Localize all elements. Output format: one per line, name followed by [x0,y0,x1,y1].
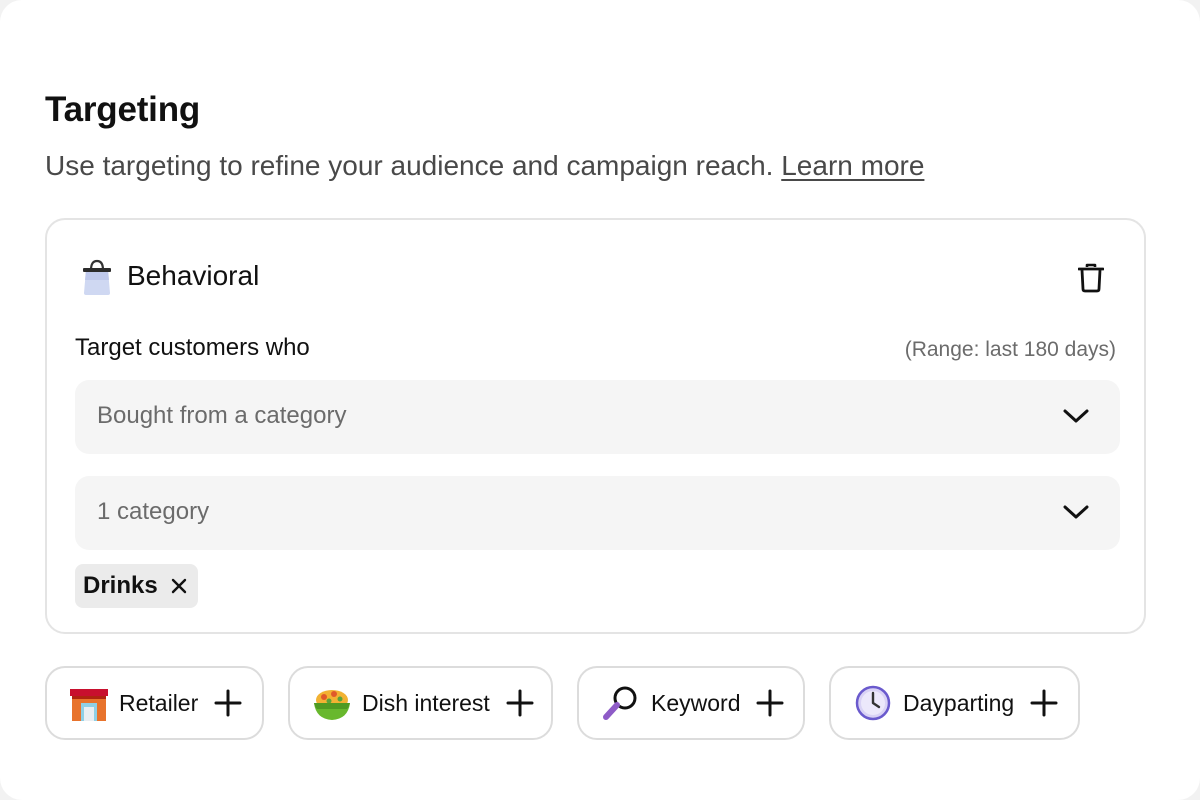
food-bowl-icon [314,690,350,720]
category-select[interactable]: 1 category [75,476,1120,550]
add-retailer-button[interactable]: Retailer [45,666,264,740]
learn-more-link[interactable]: Learn more [781,150,924,181]
plus-icon [506,689,534,717]
shopping-bag-icon [83,259,111,295]
action-select-value: Bought from a category [97,402,347,429]
plus-icon [1030,689,1058,717]
subtitle-text: Use targeting to refine your audience an… [45,150,774,181]
chevron-down-icon [1063,505,1089,519]
plus-icon [214,689,242,717]
close-icon[interactable] [170,577,188,595]
range-note: (Range: last 180 days) [904,338,1116,361]
field-label: Target customers who [75,334,310,361]
section-subtitle: Use targeting to refine your audience an… [45,150,924,182]
dayparting-label: Dayparting [903,689,1015,716]
card-title: Behavioral [127,260,260,291]
magnifier-icon [603,686,637,720]
action-select[interactable]: Bought from a category [75,380,1120,454]
add-dayparting-button[interactable]: Dayparting [829,666,1080,740]
targeting-panel: Targeting Use targeting to refine your a… [0,0,1200,800]
category-chip: Drinks [75,564,198,608]
behavioral-card: Behavioral Target customers who (Range: … [45,218,1146,634]
category-select-value: 1 category [97,498,210,525]
retailer-label: Retailer [119,689,199,716]
chevron-down-icon [1063,409,1089,423]
delete-button[interactable] [1073,260,1109,296]
storefront-icon [70,689,108,721]
plus-icon [756,689,784,717]
add-dish-interest-button[interactable]: Dish interest [288,666,553,740]
add-keyword-button[interactable]: Keyword [577,666,805,740]
clock-icon [855,685,891,721]
section-title: Targeting [45,90,201,129]
chip-label: Drinks [83,572,158,599]
trash-icon [1078,263,1104,293]
dish-interest-label: Dish interest [362,689,490,716]
keyword-label: Keyword [651,689,741,716]
